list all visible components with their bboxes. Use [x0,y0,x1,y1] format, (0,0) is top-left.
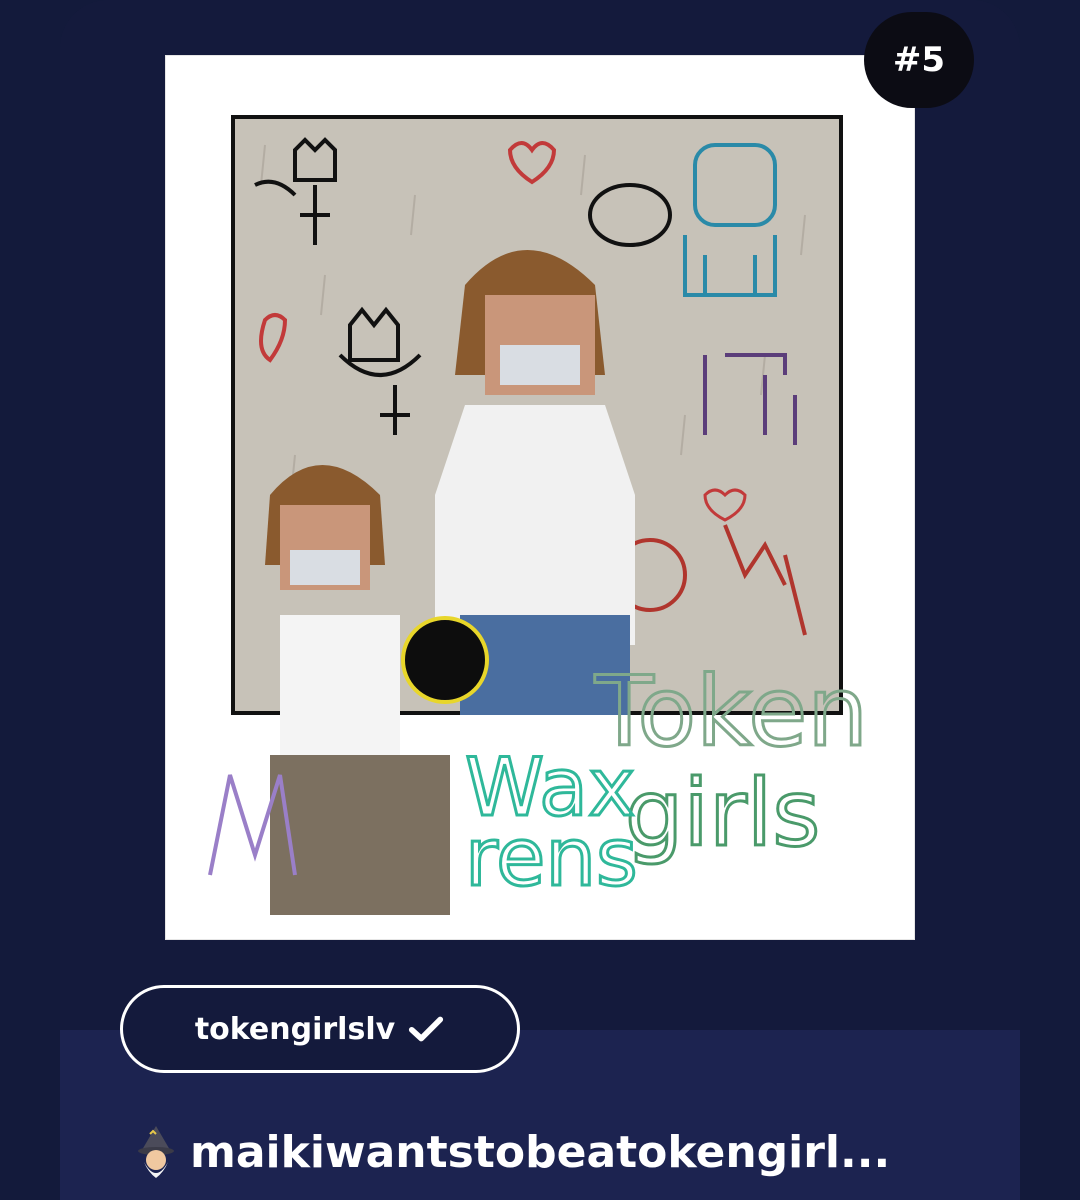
svg-text:rens: rens [465,811,638,904]
nft-title-row[interactable]: maikiwantstobeatokengirl... [130,1112,1010,1192]
rank-badge: #5 [864,12,974,108]
rank-label: #5 [892,40,946,80]
svg-text:girls: girls [625,760,820,867]
creator-name: tokengirlslv [194,1011,396,1047]
creator-button[interactable]: tokengirlslv [120,985,520,1073]
verified-check-icon [409,1016,444,1042]
nft-artwork[interactable]: Token girls Wax rens [165,55,915,940]
wizard-icon [138,1126,174,1178]
artwork-image: Token girls Wax rens [208,115,870,915]
nft-title: maikiwantstobeatokengirl... [190,1126,891,1178]
